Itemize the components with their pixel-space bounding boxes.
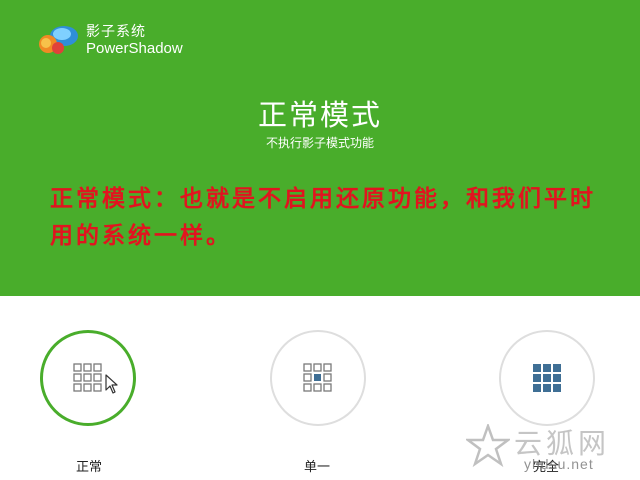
brand-name-cn: 影子系统: [86, 24, 146, 40]
full-mode-button[interactable]: [499, 330, 595, 426]
mouse-cursor-icon: [105, 374, 118, 394]
star-watermark-icon: [466, 424, 510, 468]
powershadow-logo-icon: [39, 26, 78, 54]
normal-mode-label: 正常: [76, 460, 103, 475]
grid-empty-icon: [73, 363, 102, 392]
mode-title: 正常模式: [257, 98, 382, 132]
brand-name-en: PowerShadow: [86, 40, 183, 57]
watermark: 云狐网 yhdsu.net: [462, 420, 632, 476]
single-mode-button[interactable]: [270, 330, 366, 426]
mode-subtitle: 不执行影子模式功能: [265, 136, 374, 150]
normal-mode-button[interactable]: [40, 330, 136, 426]
header-banner: 影子系统 PowerShadow 正常模式 不执行影子模式功能 正常模式：也就是…: [0, 0, 640, 296]
watermark-url: yhdsu.net: [524, 456, 594, 472]
grid-full-icon: [533, 364, 561, 392]
annotation-text: 正常模式：也就是不启用还原功能，和我们平时用的系统一样。: [50, 185, 596, 249]
grid-center-icon: [303, 363, 332, 392]
single-mode-label: 单一: [304, 460, 331, 475]
